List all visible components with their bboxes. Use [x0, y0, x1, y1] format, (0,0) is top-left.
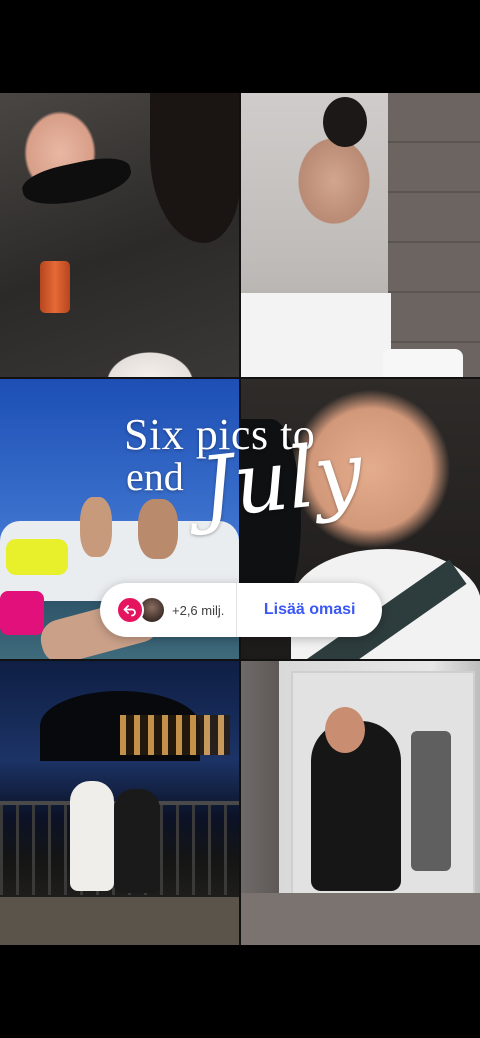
face-shape — [325, 707, 365, 753]
drink-can-shape — [40, 261, 70, 313]
yellow-float-shape — [6, 539, 68, 575]
person-shape — [80, 497, 112, 557]
sink-shape — [241, 293, 391, 377]
building-lights-shape — [120, 715, 230, 755]
reply-arrow-icon — [116, 596, 144, 624]
add-yours-sticker[interactable]: +2,6 milj. Lisää omasi — [100, 583, 382, 637]
towel-shape — [411, 731, 451, 871]
participant-icons — [116, 595, 166, 625]
photo-collage: Six pics to end July — [0, 93, 480, 945]
photo-shower — [241, 93, 480, 377]
dryer-shape — [383, 349, 463, 377]
participant-count: +2,6 milj. — [172, 602, 225, 618]
floor-shape — [241, 893, 480, 945]
add-yours-button[interactable]: Lisää omasi — [237, 601, 382, 619]
pink-float-shape — [0, 591, 44, 635]
head-shape — [323, 97, 367, 147]
person-shape — [114, 789, 160, 893]
person-shape — [138, 499, 178, 559]
photo-night-river — [0, 661, 239, 945]
photo-mirror-selfie — [241, 661, 480, 945]
ground-shape — [0, 897, 239, 945]
sunglasses-shape — [19, 151, 135, 213]
tile-wall — [388, 93, 480, 377]
photo-selfie-friends — [0, 93, 239, 377]
story-viewer: Six pics to end July +2,6 milj. Lisää om… — [0, 0, 480, 1038]
hair-shape — [150, 93, 239, 243]
person-shape — [70, 781, 114, 891]
